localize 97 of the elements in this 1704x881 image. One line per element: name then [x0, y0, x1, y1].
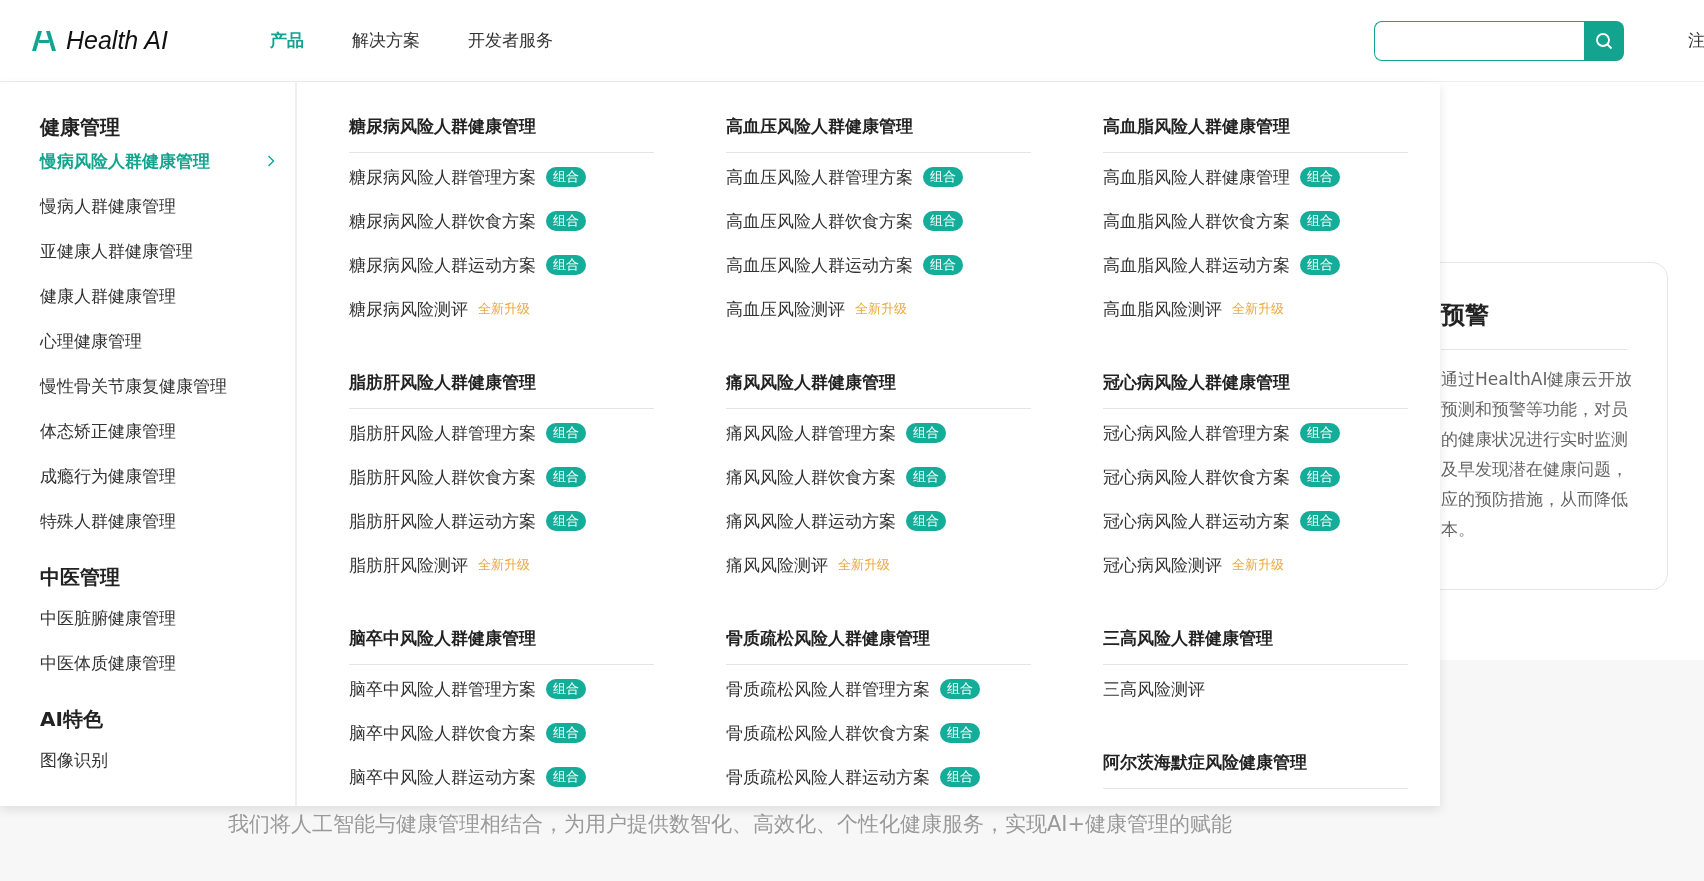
menu-link[interactable]: 骨质疏松风险人群运动方案	[726, 765, 930, 789]
group-title: 高血压风险人群健康管理	[726, 110, 1031, 153]
sidebar-item[interactable]: 成瘾行为健康管理	[40, 454, 295, 499]
combo-tag: 组合	[546, 167, 586, 187]
combo-tag: 组合	[923, 211, 963, 231]
combo-tag: 组合	[906, 511, 946, 531]
group-title: 高血脂风险人群健康管理	[1103, 110, 1408, 153]
menu-link[interactable]: 痛风风险人群运动方案	[726, 509, 896, 533]
group-title: 脂肪肝风险人群健康管理	[349, 366, 654, 409]
menu-link[interactable]: 糖尿病风险人群运动方案	[349, 253, 536, 277]
upgrade-label: 全新升级	[1232, 556, 1284, 574]
sidebar-item[interactable]: 心理健康管理	[40, 319, 295, 364]
menu-link[interactable]: 高血脂风险人群健康管理	[1103, 165, 1290, 189]
combo-tag: 组合	[546, 467, 586, 487]
menu-link[interactable]: 高血压风险人群管理方案	[726, 165, 913, 189]
sidebar-heading: AI特色	[40, 706, 104, 733]
combo-tag: 组合	[906, 423, 946, 443]
group-title: 痛风风险人群健康管理	[726, 366, 1031, 409]
logo-icon	[30, 29, 58, 52]
menu-link[interactable]: 高血脂风险测评	[1103, 297, 1222, 321]
sidebar-heading: 中医管理	[40, 564, 121, 591]
menu-link[interactable]: 高血压风险人群运动方案	[726, 253, 913, 277]
menu-link[interactable]: 高血脂风险人群运动方案	[1103, 253, 1290, 277]
combo-tag: 组合	[546, 723, 586, 743]
combo-tag: 组合	[940, 767, 980, 787]
card-text: 通过HealthAI健康云开放 预测和预警等功能，对员 的健康状况进行实时监测 及早发现潜在健康问题， 应的预防措施，从而降低 本。	[1441, 368, 1634, 541]
sidebar-item[interactable]: 图像识别	[40, 738, 295, 783]
upgrade-label: 全新升级	[1232, 300, 1284, 318]
nav-tab[interactable]: 解决方案	[352, 29, 420, 52]
combo-tag: 组合	[546, 423, 586, 443]
menu-link[interactable]: 脑卒中风险人群饮食方案	[349, 721, 536, 745]
sidebar-item[interactable]: 慢病人群健康管理	[40, 184, 295, 229]
combo-tag: 组合	[1300, 423, 1340, 443]
combo-tag: 组合	[1300, 467, 1340, 487]
sidebar-heading: 健康管理	[40, 114, 121, 141]
combo-tag: 组合	[940, 679, 980, 699]
menu-link[interactable]: 糖尿病风险人群饮食方案	[349, 209, 536, 233]
sidebar-item[interactable]: 特殊人群健康管理	[40, 499, 295, 544]
group-title: 脑卒中风险人群健康管理	[349, 622, 654, 665]
combo-tag: 组合	[923, 167, 963, 187]
combo-tag: 组合	[1300, 211, 1340, 231]
group-title: 骨质疏松风险人群健康管理	[726, 622, 1031, 665]
menu-link[interactable]: 冠心病风险测评	[1103, 553, 1222, 577]
group-title: 冠心病风险人群健康管理	[1103, 366, 1408, 409]
sidebar-item[interactable]: 健康人群健康管理	[40, 274, 295, 319]
menu-link[interactable]: 冠心病风险人群运动方案	[1103, 509, 1290, 533]
search-field[interactable]	[1374, 20, 1584, 61]
nav-tab[interactable]: 开发者服务	[468, 29, 553, 52]
upgrade-label: 全新升级	[478, 300, 530, 318]
combo-tag: 组合	[906, 467, 946, 487]
menu-link[interactable]: 痛风风险人群饮食方案	[726, 465, 896, 489]
menu-link[interactable]: 三高风险测评	[1103, 677, 1205, 701]
sidebar-item[interactable]: 亚健康人群健康管理	[40, 229, 295, 274]
header-link[interactable]: 注	[1688, 29, 1704, 52]
upgrade-label: 全新升级	[855, 300, 907, 318]
menu-link[interactable]: 痛风风险测评	[726, 553, 828, 577]
menu-link[interactable]: 骨质疏松风险人群饮食方案	[726, 721, 930, 745]
menu-link[interactable]: 高血压风险人群饮食方案	[726, 209, 913, 233]
card-title: 预警	[1441, 300, 1490, 331]
combo-tag: 组合	[546, 767, 586, 787]
logo-text[interactable]: Health AI	[66, 26, 168, 55]
combo-tag: 组合	[923, 255, 963, 275]
search-icon	[1595, 31, 1613, 50]
sidebar-item[interactable]: 中医体质健康管理	[40, 641, 295, 686]
upgrade-label: 全新升级	[478, 556, 530, 574]
upgrade-label: 全新升级	[838, 556, 890, 574]
menu-link[interactable]: 脑卒中风险人群管理方案	[349, 677, 536, 701]
menu-link[interactable]: 冠心病风险人群饮食方案	[1103, 465, 1290, 489]
search-button[interactable]	[1584, 20, 1624, 61]
combo-tag: 组合	[1300, 167, 1340, 187]
menu-link[interactable]: 痛风风险人群管理方案	[726, 421, 896, 445]
menu-link[interactable]: 高血压风险测评	[726, 297, 845, 321]
menu-link[interactable]: 脂肪肝风险人群运动方案	[349, 509, 536, 533]
sidebar-item[interactable]: 慢性骨关节康复健康管理	[40, 364, 295, 409]
group-title: 三高风险人群健康管理	[1103, 622, 1408, 665]
menu-link[interactable]: 脂肪肝风险人群饮食方案	[349, 465, 536, 489]
group-title: 阿尔茨海默症风险健康管理	[1103, 746, 1408, 789]
menu-link[interactable]: 糖尿病风险人群管理方案	[349, 165, 536, 189]
combo-tag: 组合	[546, 255, 586, 275]
menu-link[interactable]: 脑卒中风险人群运动方案	[349, 765, 536, 789]
menu-link[interactable]: 脂肪肝风险人群管理方案	[349, 421, 536, 445]
menu-link[interactable]: 糖尿病风险测评	[349, 297, 468, 321]
group-title: 糖尿病风险人群健康管理	[349, 110, 654, 153]
combo-tag: 组合	[546, 679, 586, 699]
combo-tag: 组合	[1300, 511, 1340, 531]
menu-link[interactable]: 骨质疏松风险人群管理方案	[726, 677, 930, 701]
chevron-icon	[267, 155, 275, 167]
sidebar-item[interactable]: 体态矫正健康管理	[40, 409, 295, 454]
tagline: 我们将人工智能与健康管理相结合，为用户提供数智化、高效化、个性化健康服务，实现AI+健康管理的赋能	[228, 811, 1234, 838]
sidebar-item[interactable]: 中医脏腑健康管理	[40, 596, 295, 641]
menu-link[interactable]: 高血脂风险人群饮食方案	[1103, 209, 1290, 233]
menu-link[interactable]: 冠心病风险人群管理方案	[1103, 421, 1290, 445]
menu-link[interactable]: 脂肪肝风险测评	[349, 553, 468, 577]
combo-tag: 组合	[1300, 255, 1340, 275]
combo-tag: 组合	[940, 723, 980, 743]
combo-tag: 组合	[546, 511, 586, 531]
combo-tag: 组合	[546, 211, 586, 231]
